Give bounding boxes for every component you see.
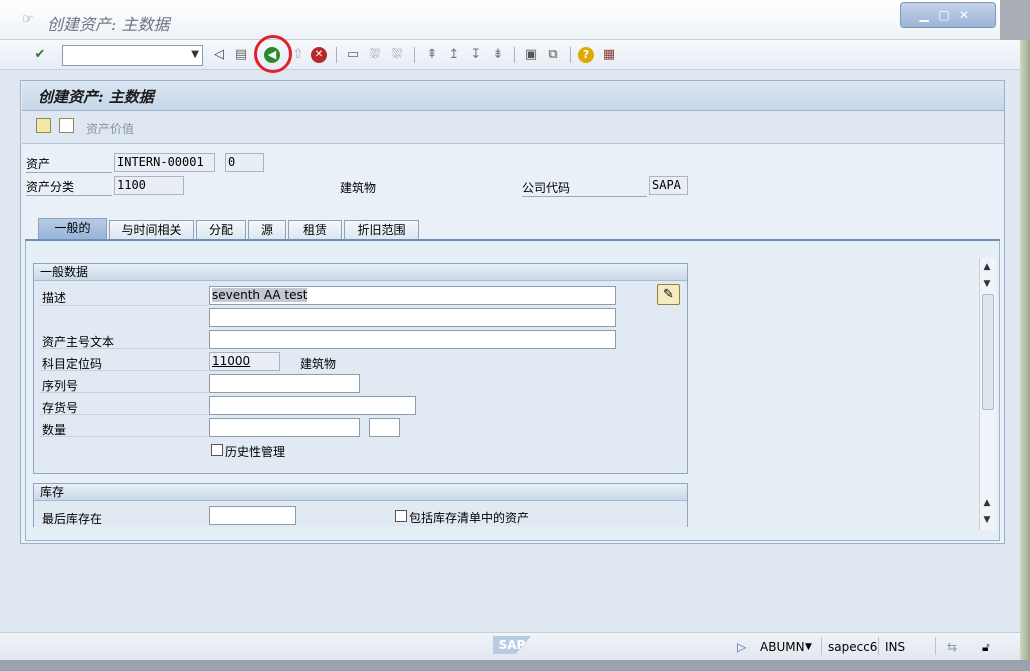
inventory-number-field[interactable] [209,396,416,415]
tab-time-dependent[interactable]: 与时间相关 [109,220,194,239]
inventory-number-label: 存货号 [42,401,79,415]
company-code-field: SAPA [649,176,688,195]
window-controls: ▁ □ ✕ [900,2,996,28]
highlight-circle [254,35,292,73]
desktop-edge [1020,40,1030,660]
toolbar-separator [336,47,337,63]
status-expand-icon[interactable]: ▷ [737,640,746,654]
status-separator [878,637,879,655]
status-separator [821,637,822,655]
company-code-label: 公司代码 [522,179,647,197]
asset-class-field: 1100 [114,176,184,195]
scroll-up-icon[interactable]: ▲ [981,262,993,272]
group-title: 库存 [34,484,687,501]
create-session-icon[interactable]: ▣ [522,46,540,64]
tab-assignments[interactable]: 分配 [196,220,246,239]
taskbar-strip [0,660,1030,671]
find-next-icon[interactable]: ⛆ [388,46,406,64]
inventory-group: 库存 [33,483,688,527]
find-icon[interactable]: ⛆ [366,46,384,64]
status-separator [935,637,936,655]
save-icon[interactable]: ▤ [232,46,250,64]
enter-icon[interactable]: ✔ [31,46,49,64]
asset-values-button[interactable]: 资产价值 [86,120,134,137]
layout-icon[interactable]: ▦ [600,46,618,64]
help-icon[interactable]: ? [578,47,594,63]
account-determination-text: 建筑物 [300,357,337,371]
display-icon[interactable] [36,118,51,133]
command-field[interactable]: ▼ [62,45,203,66]
chevron-down-icon[interactable]: ▼ [191,49,199,60]
description-field[interactable]: seventh AA test [209,286,616,305]
main-number-text-label: 资产主号文本 [42,335,115,349]
description-line2-field[interactable] [209,308,616,327]
asset-number-field: INTERN-00001 [114,153,215,172]
include-inventory-label: 包括库存清单中的资产 [409,511,530,525]
insert-mode: INS [885,640,906,654]
shortcut-icon[interactable]: ⧉ [544,46,562,64]
prev-page-icon[interactable]: ↥ [445,46,463,64]
account-determination-label: 科目定位码 [42,357,103,371]
quantity-field[interactable] [209,418,360,437]
cancel-icon[interactable]: ✕ [311,47,327,63]
print-icon[interactable]: ▭ [344,46,362,64]
application-toolbar [22,111,1004,144]
tab-depreciation-areas[interactable]: 折旧范围 [344,220,419,239]
tab-general[interactable]: 一般的 [38,218,107,240]
history-checkbox[interactable] [211,444,223,456]
scroll-down-icon[interactable]: ▼ [981,279,993,289]
server-name: sapecc6 [828,640,878,654]
serial-number-label: 序列号 [42,379,79,393]
unit-field[interactable] [369,418,400,437]
asset-class-label: 资产分类 [26,178,112,196]
asset-subnumber-field: 0 [225,153,264,172]
maximize-icon[interactable]: □ [937,8,951,22]
include-inventory-checkbox[interactable] [395,510,407,522]
asset-label: 资产 [26,155,112,173]
window-title: 创建资产: 主数据 [47,15,170,34]
description-value: seventh AA test [212,288,308,302]
lock-icon[interactable]: 🔓︎ [982,640,990,655]
serial-number-field[interactable] [209,374,360,393]
long-text-edit-icon[interactable]: ✎ [657,284,680,305]
last-inventory-field[interactable] [209,506,296,525]
chevron-down-icon[interactable]: ▼ [805,642,812,652]
back-triangle-icon[interactable]: ◁ [210,46,228,64]
asset-class-text: 建筑物 [340,181,377,195]
quantity-label: 数量 [42,423,67,437]
toolbar-separator [514,47,515,63]
toolbar-separator [570,47,571,63]
main-number-text-field[interactable] [209,330,616,349]
transaction-code[interactable]: ABUMN [760,640,805,654]
scroll-up-icon[interactable]: ▲ [981,498,993,508]
tab-origin[interactable]: 源 [248,220,286,239]
scrollbar-thumb[interactable] [982,294,994,410]
transaction-icon: ☞ [22,12,34,27]
minimize-icon[interactable]: ▁ [917,8,931,22]
next-page-icon[interactable]: ↧ [467,46,485,64]
toolbar-separator [414,47,415,63]
connection-icon: ⇆ [947,640,958,654]
standard-toolbar: ✔ ▼ ◁ ▤ ◀ ⇧ ✕ ▭ ⛆ ⛆ ⇞ ↥ ↧ ⇟ ▣ ⧉ ? ▦ [0,40,1030,70]
account-determination-field[interactable]: 11000 [209,352,280,371]
tab-leasing[interactable]: 租赁 [288,220,342,239]
description-label: 描述 [42,291,67,305]
group-title: 一般数据 [34,264,687,281]
last-page-icon[interactable]: ⇟ [489,46,507,64]
close-icon[interactable]: ✕ [957,8,971,22]
last-inventory-label: 最后库存在 [42,512,103,526]
first-page-icon[interactable]: ⇞ [423,46,441,64]
screen-heading-bar [22,81,1004,111]
scroll-down-icon[interactable]: ▼ [981,515,993,525]
document-icon[interactable] [59,118,74,133]
history-label: 历史性管理 [225,445,286,459]
screen-heading: 创建资产: 主数据 [38,88,154,106]
desktop-corner [1000,0,1030,40]
